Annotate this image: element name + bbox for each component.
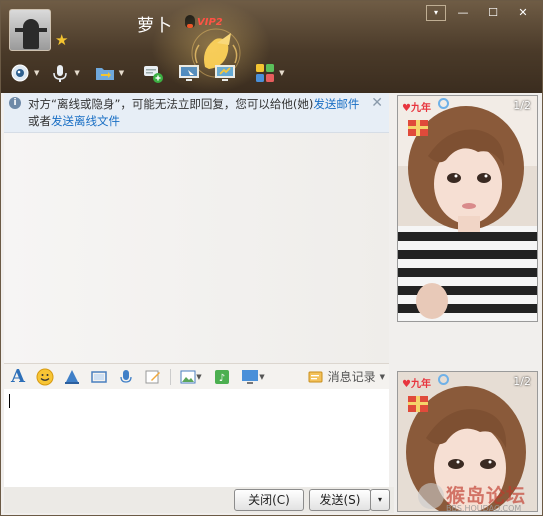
file-transfer-button[interactable]: ▼ (94, 61, 124, 85)
screenshot-button[interactable] (89, 367, 109, 387)
handwrite-button[interactable] (143, 367, 163, 387)
music-icon: ♪ (215, 369, 229, 384)
image-icon (180, 370, 196, 383)
send-options-button[interactable]: ▾ (370, 489, 390, 511)
voice-message-button[interactable] (116, 367, 136, 387)
svg-text:♪: ♪ (219, 373, 225, 384)
font-icon: A (11, 366, 25, 387)
monitor-icon (242, 369, 259, 384)
emoji-button[interactable] (35, 367, 55, 387)
vip-emblem-icon (191, 28, 241, 78)
smiley-icon (36, 368, 54, 385)
history-icon (308, 371, 323, 382)
zoom-icon[interactable] (438, 374, 449, 385)
remote-assist-button[interactable] (178, 61, 200, 85)
chevron-down-icon[interactable]: ▼ (34, 69, 39, 77)
shake-icon (65, 369, 79, 384)
toolbar-divider (170, 368, 171, 385)
info-icon: i (9, 97, 21, 109)
chat-window: ★ 萝卜 VIP2 ▾ — ☐ ✕ ▼ ▼ ▼ ▼ i 对方“离线或隐身”，可能… (0, 0, 543, 516)
close-button[interactable]: 关闭(C) (234, 489, 304, 511)
girl-photo (398, 96, 537, 321)
create-group-icon (144, 66, 164, 83)
chevron-down-icon[interactable]: ▼ (74, 69, 79, 77)
window-controls: ▾ — ☐ ✕ (426, 5, 536, 21)
main-toolbar: ▼ ▼ ▼ ▼ (9, 61, 291, 85)
offline-notice: i 对方“离线或隐身”，可能无法立即回复，您可以给他(她)发送邮件或者发送离线文… (4, 93, 389, 133)
remote-desktop-button[interactable]: ▼ (239, 367, 267, 387)
screen-share-icon (215, 65, 236, 81)
chevron-down-icon[interactable]: ▼ (119, 69, 124, 77)
contact-avatar[interactable] (9, 9, 51, 51)
message-history-button[interactable]: 消息记录 ▼ (308, 368, 385, 385)
note-icon (145, 370, 160, 383)
close-window-button[interactable]: ✕ (510, 5, 536, 21)
send-offline-file-link[interactable]: 发送离线文件 (51, 114, 120, 128)
voice-call-button[interactable]: ▼ (49, 61, 80, 85)
apps-button[interactable]: ▼ (254, 61, 285, 85)
show-tag: ♥九年 (402, 103, 431, 114)
notice-text: 对方“离线或隐身”，可能无法立即回复，您可以给他(她)发送邮件或者发送离线文件 (28, 97, 360, 128)
chevron-down-icon[interactable]: ▼ (380, 373, 385, 381)
chevron-down-icon[interactable]: ▼ (259, 373, 264, 381)
microphone-icon (120, 369, 132, 383)
star-icon: ★ (55, 31, 69, 49)
action-bar: 关闭(C) 发送(S) ▾ (4, 487, 394, 513)
screenshot-icon (91, 370, 107, 383)
contact-name[interactable]: 萝卜 (137, 11, 173, 36)
minimize-button[interactable]: — (450, 5, 476, 21)
text-cursor (9, 394, 10, 408)
apps-icon (256, 64, 275, 82)
forum-watermark: 猴岛论坛 BBS.HOUDAO.COM (416, 479, 541, 515)
contact-show-photo[interactable]: ♥九年 1/2 (397, 95, 538, 322)
chevron-down-icon[interactable]: ▼ (196, 373, 201, 381)
file-transfer-icon (95, 68, 114, 80)
vip-badge[interactable]: VIP2 (197, 17, 223, 28)
photo-page-indicator: 1/2 (513, 375, 531, 388)
chevron-down-icon[interactable]: ▼ (279, 69, 284, 77)
video-call-icon (11, 64, 29, 82)
watermark-url: BBS.HOUDAO.COM (446, 504, 522, 513)
close-notice-icon[interactable]: ✕ (371, 95, 383, 111)
send-mail-link[interactable]: 发送邮件 (313, 97, 359, 111)
zoom-icon[interactable] (438, 98, 449, 109)
send-image-button[interactable]: ▼ (177, 367, 205, 387)
shake-button[interactable] (62, 367, 82, 387)
music-button[interactable]: ♪ (212, 367, 232, 387)
input-toolbar: A ▼ ♪ ▼ 消息记录 ▼ (4, 363, 389, 389)
video-call-button[interactable]: ▼ (9, 61, 39, 85)
window-menu-button[interactable]: ▾ (426, 5, 446, 21)
qq-penguin-icon (185, 15, 195, 28)
remote-assist-icon (179, 65, 200, 81)
screen-share-button[interactable] (214, 61, 236, 85)
monkey-logo-icon (418, 483, 444, 509)
voice-call-icon (53, 65, 68, 82)
create-group-button[interactable] (142, 61, 164, 85)
message-history[interactable] (4, 133, 389, 363)
photo-page-indicator: 1/2 (513, 99, 531, 112)
font-button[interactable]: A (8, 366, 28, 387)
maximize-button[interactable]: ☐ (480, 5, 506, 21)
send-button[interactable]: 发送(S) (309, 489, 371, 511)
chat-header: ★ 萝卜 VIP2 ▾ — ☐ ✕ ▼ ▼ ▼ ▼ (1, 1, 542, 93)
message-input[interactable] (4, 389, 389, 487)
show-tag: ♥九年 (402, 379, 431, 390)
